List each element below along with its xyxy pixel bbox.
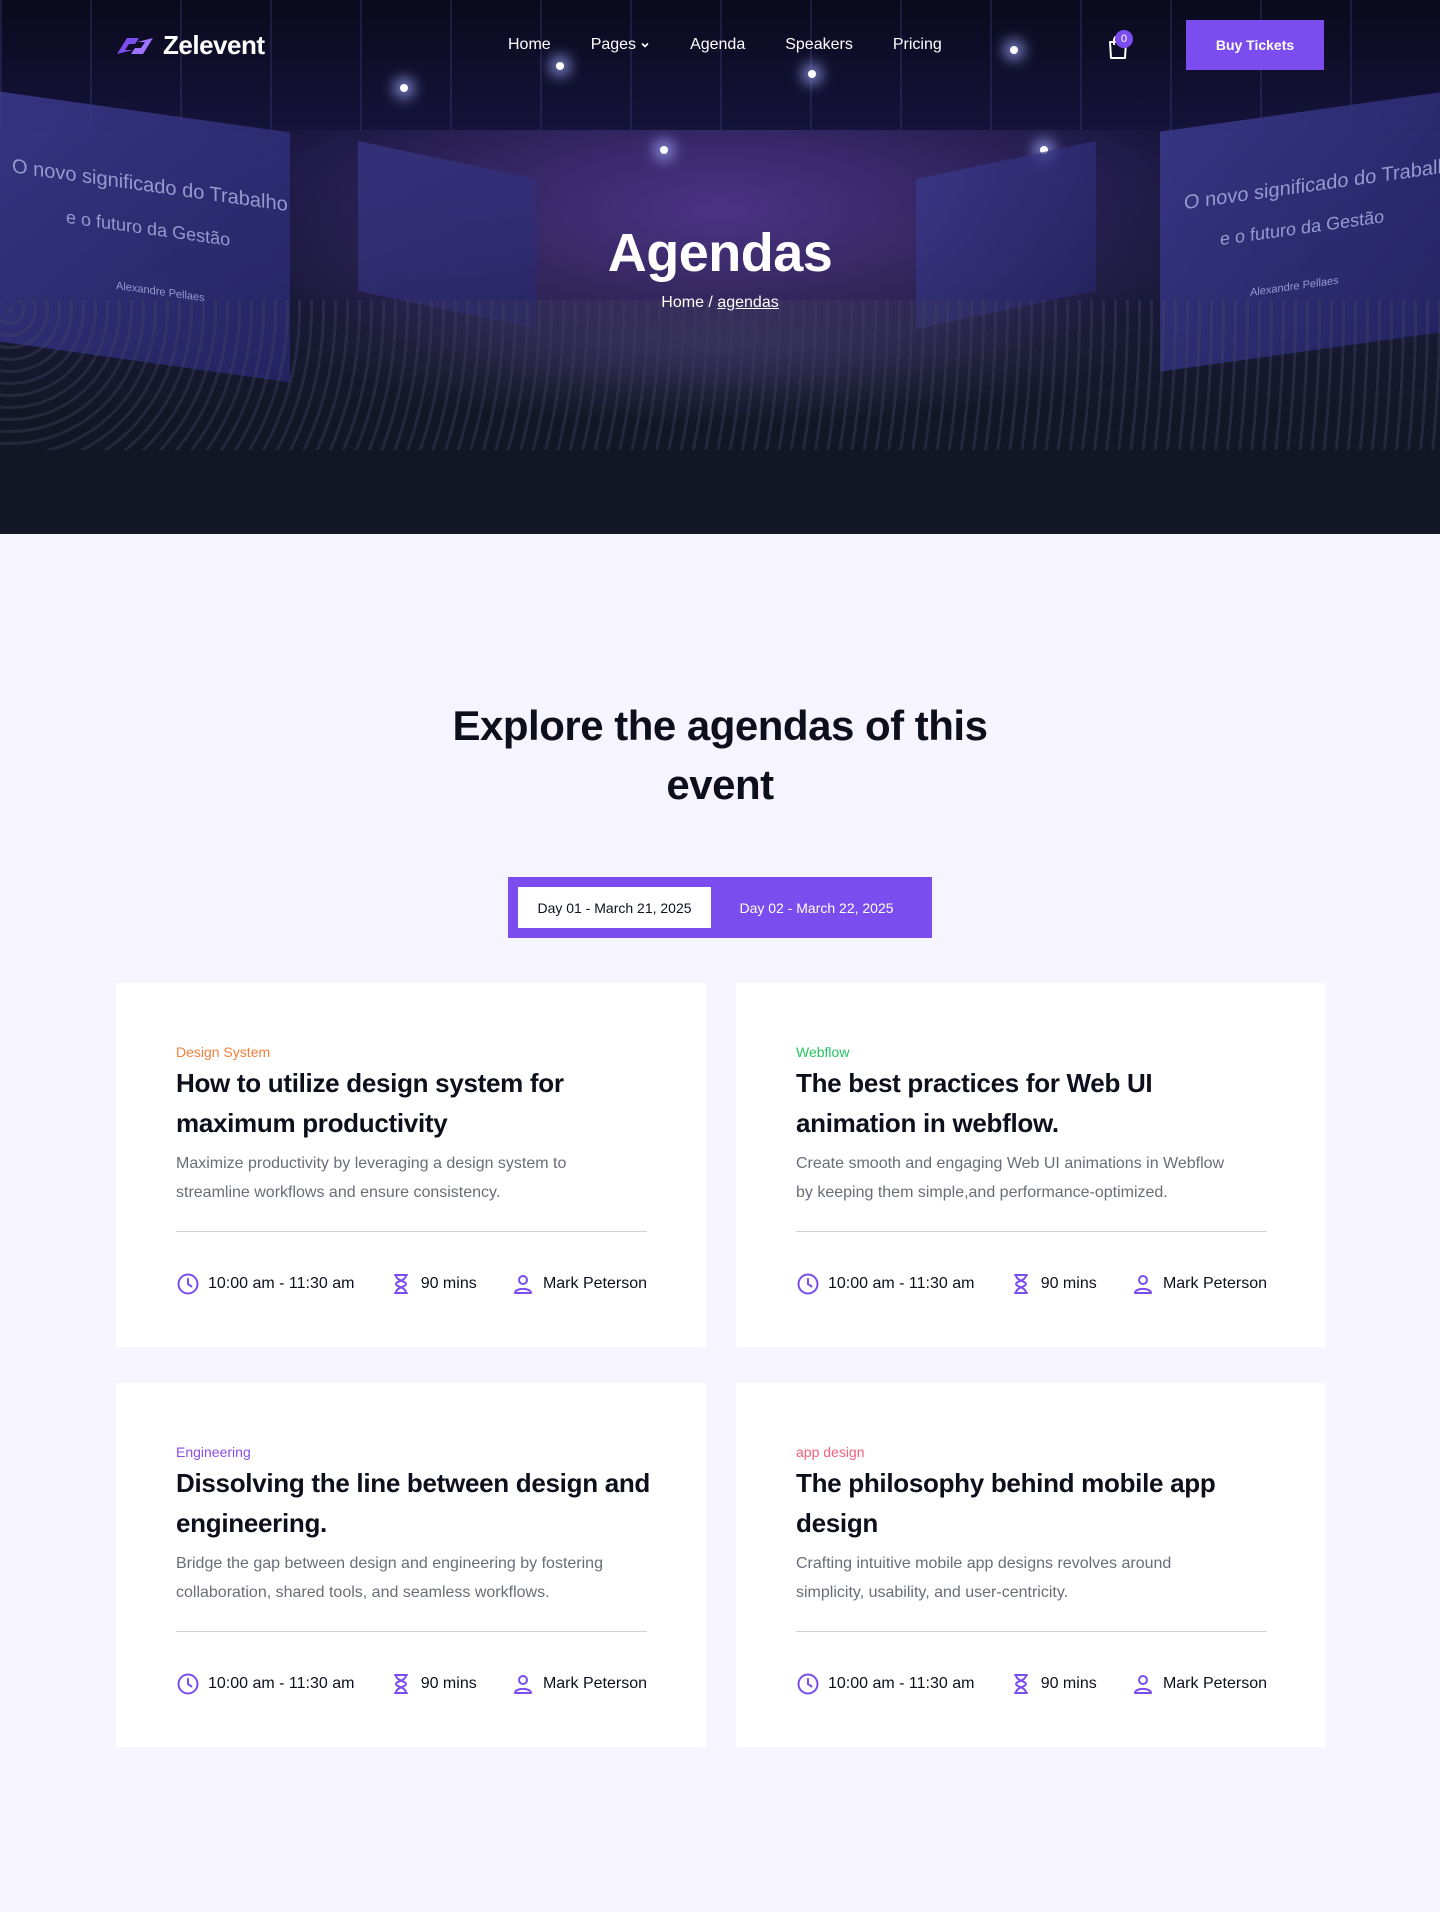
session-time: 10:00 am - 11:30 am bbox=[796, 1672, 974, 1696]
hourglass-icon bbox=[1013, 1274, 1028, 1294]
card-category: Engineering bbox=[176, 1444, 251, 1460]
clock-icon bbox=[177, 1273, 199, 1295]
card-description: Crafting intuitive mobile app designs re… bbox=[796, 1555, 1172, 1601]
session-duration: 90 mins bbox=[1009, 1272, 1097, 1296]
user-icon bbox=[513, 1275, 532, 1294]
chevron-down-icon bbox=[641, 42, 649, 48]
card-meta: 10:00 am - 11:30 am 90 mins Mark Peterso… bbox=[176, 1672, 647, 1696]
audience-crowd bbox=[0, 300, 1440, 450]
screen-text: O novo significado do Trabalho bbox=[12, 155, 288, 217]
session-time: 10:00 am - 11:30 am bbox=[176, 1272, 354, 1296]
nav-label: Pricing bbox=[892, 36, 942, 53]
card-title[interactable]: The best practices for Web UI animation … bbox=[796, 1063, 1276, 1143]
breadcrumb-home-link[interactable]: Home bbox=[661, 294, 704, 311]
session-duration: 90 mins bbox=[389, 1672, 477, 1696]
session-duration-text: 90 mins bbox=[1040, 1675, 1097, 1692]
agenda-card[interactable]: app design The philosophy behind mobile … bbox=[736, 1383, 1326, 1747]
logo[interactable]: Zelevent bbox=[115, 30, 265, 61]
session-speaker-text: Mark Peterson bbox=[542, 1675, 647, 1692]
agenda-card[interactable]: Engineering Dissolving the line between … bbox=[116, 1383, 706, 1747]
session-time: 10:00 am - 11:30 am bbox=[176, 1672, 354, 1696]
agenda-card[interactable]: Webflow The best practices for Web UI an… bbox=[736, 983, 1326, 1347]
session-speaker: Mark Peterson bbox=[1131, 1272, 1267, 1296]
card-divider bbox=[796, 1631, 1267, 1632]
session-time-text: 10:00 am - 11:30 am bbox=[828, 1675, 975, 1692]
session-duration: 90 mins bbox=[1009, 1672, 1097, 1696]
card-category: app design bbox=[796, 1444, 865, 1460]
card-title[interactable]: Dissolving the line between design and e… bbox=[176, 1463, 656, 1543]
breadcrumb-separator: / bbox=[708, 294, 713, 311]
session-time-text: 10:00 am - 11:30 am bbox=[208, 1275, 355, 1292]
user-icon bbox=[1133, 1675, 1152, 1694]
hourglass-icon bbox=[393, 1274, 408, 1294]
session-duration-text: 90 mins bbox=[420, 1675, 477, 1692]
card-meta: 10:00 am - 11:30 am 90 mins Mark Peterso… bbox=[796, 1672, 1267, 1696]
nav-agenda[interactable]: Agenda bbox=[690, 36, 745, 54]
breadcrumb-current[interactable]: agendas bbox=[717, 294, 778, 311]
nav-label: Home bbox=[508, 36, 551, 53]
logo-icon bbox=[117, 37, 153, 54]
section-title-line: Explore the agendas of this bbox=[452, 702, 988, 749]
section-title: Explore the agendas of this event bbox=[420, 696, 1020, 814]
buy-tickets-button[interactable]: Buy Tickets bbox=[1186, 20, 1324, 70]
section-title-line: event bbox=[666, 761, 774, 808]
card-meta: 10:00 am - 11:30 am 90 mins Mark Peterso… bbox=[796, 1272, 1267, 1296]
card-title[interactable]: How to utilize design system for maximum… bbox=[176, 1063, 656, 1143]
screen-text: O novo significado do Trabalho bbox=[1184, 153, 1440, 215]
hourglass-icon bbox=[393, 1674, 408, 1694]
hourglass-icon bbox=[1013, 1674, 1028, 1694]
session-speaker: Mark Peterson bbox=[1131, 1672, 1267, 1696]
user-icon bbox=[513, 1675, 532, 1694]
session-speaker: Mark Peterson bbox=[511, 1272, 647, 1296]
nav-speakers[interactable]: Speakers bbox=[785, 36, 853, 54]
session-speaker-text: Mark Peterson bbox=[542, 1275, 647, 1292]
day-tabs: Day 01 - March 21, 2025 Day 02 - March 2… bbox=[508, 877, 932, 938]
top-navigation: Zelevent Home Pages Agenda Speakers Pric… bbox=[0, 0, 1440, 92]
tab-day-01[interactable]: Day 01 - March 21, 2025 bbox=[518, 887, 711, 928]
card-category: Webflow bbox=[796, 1044, 850, 1060]
card-description: Create smooth and engaging Web UI animat… bbox=[796, 1155, 1225, 1201]
nav-pricing[interactable]: Pricing bbox=[893, 36, 942, 54]
session-duration: 90 mins bbox=[389, 1272, 477, 1296]
nav-home[interactable]: Home bbox=[508, 36, 551, 54]
card-divider bbox=[796, 1231, 1267, 1232]
card-description: Bridge the gap between design and engine… bbox=[176, 1555, 603, 1601]
page-title: Agendas bbox=[607, 223, 833, 283]
session-speaker-text: Mark Peterson bbox=[1162, 1275, 1267, 1292]
session-duration-text: 90 mins bbox=[420, 1275, 477, 1292]
logo-text: Zelevent bbox=[163, 30, 265, 60]
card-category: Design System bbox=[176, 1044, 271, 1060]
stage-light bbox=[660, 146, 668, 154]
nav-pages[interactable]: Pages bbox=[591, 36, 650, 54]
card-description: Maximize productivity by leveraging a de… bbox=[176, 1155, 567, 1201]
tab-day-02[interactable]: Day 02 - March 22, 2025 bbox=[711, 887, 922, 928]
session-time-text: 10:00 am - 11:30 am bbox=[208, 1675, 355, 1692]
nav-label: Agenda bbox=[690, 36, 746, 53]
card-title[interactable]: The philosophy behind mobile app design bbox=[796, 1463, 1276, 1543]
session-time: 10:00 am - 11:30 am bbox=[796, 1272, 974, 1296]
card-meta: 10:00 am - 11:30 am 90 mins Mark Peterso… bbox=[176, 1272, 647, 1296]
clock-icon bbox=[797, 1673, 819, 1695]
user-icon bbox=[1133, 1275, 1152, 1294]
agenda-card[interactable]: Design System How to utilize design syst… bbox=[116, 983, 706, 1347]
cart-count-badge: 0 bbox=[1115, 30, 1133, 48]
card-divider bbox=[176, 1231, 647, 1232]
nav-label: Speakers bbox=[785, 36, 853, 53]
nav-label: Pages bbox=[590, 36, 637, 53]
session-speaker-text: Mark Peterson bbox=[1162, 1675, 1267, 1692]
card-divider bbox=[176, 1631, 647, 1632]
main-menu: Home Pages Agenda Speakers Pricing bbox=[508, 36, 982, 54]
session-duration-text: 90 mins bbox=[1040, 1275, 1097, 1292]
clock-icon bbox=[797, 1273, 819, 1295]
session-speaker: Mark Peterson bbox=[511, 1672, 647, 1696]
clock-icon bbox=[177, 1673, 199, 1695]
session-time-text: 10:00 am - 11:30 am bbox=[828, 1275, 975, 1292]
breadcrumb: Home / agendas bbox=[0, 294, 1440, 312]
